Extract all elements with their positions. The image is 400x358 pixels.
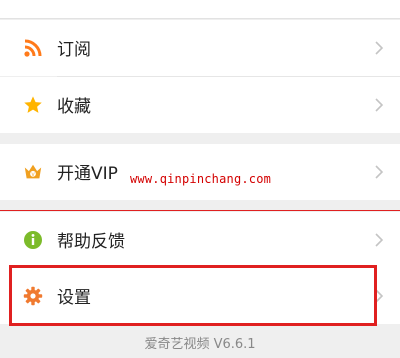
menu-item-subscribe[interactable]: 订阅	[0, 20, 400, 76]
top-card-remnant	[0, 0, 400, 19]
rss-icon	[23, 38, 43, 58]
app-version-footer: 爱奇艺视频 V6.6.1	[144, 337, 256, 352]
menu-label-favorites: 收藏	[57, 97, 91, 117]
watermark-text: www.qinpinchang.com	[130, 172, 272, 186]
settings-highlight-box	[9, 265, 377, 326]
menu-item-feedback[interactable]: 帮助反馈	[0, 212, 400, 268]
chevron-right-icon	[375, 98, 384, 112]
menu-item-favorites[interactable]: 收藏	[0, 77, 400, 133]
chevron-right-icon	[375, 41, 384, 55]
star-icon	[23, 95, 43, 115]
info-icon	[23, 230, 43, 250]
chevron-right-icon	[375, 233, 384, 247]
menu-label-feedback: 帮助反馈	[57, 232, 125, 252]
menu-label-subscribe: 订阅	[57, 40, 91, 60]
menu-label-vip: 开通VIP	[57, 164, 118, 184]
crown-vip-icon: V	[23, 162, 43, 182]
chevron-right-icon	[375, 165, 384, 179]
red-annotation-line	[0, 210, 400, 211]
